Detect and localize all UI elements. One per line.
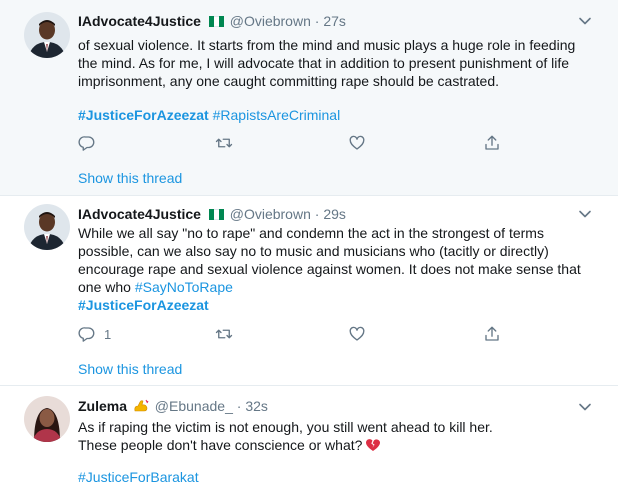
avatar[interactable] [24, 12, 70, 58]
like-button[interactable] [348, 324, 366, 344]
tweet-header: IAdvocate4Justice @Oviebrown · 27s [78, 12, 346, 30]
hashtag-link[interactable]: #SayNoToRape [135, 279, 233, 295]
user-handle[interactable]: @Oviebrown [230, 206, 311, 222]
nigeria-flag-icon [208, 16, 224, 27]
tweet-text-line: encourage rape and sexual violence again… [78, 261, 581, 277]
tweet-header: Zulema @Ebunade_ · 32s [78, 397, 268, 415]
like-button[interactable] [348, 133, 366, 153]
tweet-text-line: imprisonment, any one caught committing … [78, 73, 500, 89]
hashtag-link[interactable]: #JusticeForAzeezat [78, 297, 209, 313]
user-handle[interactable]: @Ebunade_ [155, 398, 233, 414]
reply-button[interactable] [78, 133, 96, 153]
share-button[interactable] [483, 133, 501, 153]
separator-dot: · [314, 13, 320, 29]
tweet-3[interactable]: Zulema @Ebunade_ · 32s As if raping the … [0, 386, 618, 493]
retweet-button[interactable] [215, 133, 233, 153]
hashtag-link[interactable]: #RapistsAreCriminal [213, 107, 341, 123]
chevron-down-icon[interactable] [578, 14, 592, 28]
tweet-text-line: of sexual violence. It starts from the m… [78, 37, 576, 53]
share-button[interactable] [483, 324, 501, 344]
retweet-icon [215, 138, 233, 148]
broken-heart-emoji [365, 438, 381, 452]
share-icon [485, 326, 499, 341]
flexed-biceps-emoji [133, 399, 149, 413]
separator-dot: · [314, 206, 320, 222]
display-name[interactable]: IAdvocate4Justice [78, 206, 201, 222]
tweet-header: IAdvocate4Justice @Oviebrown · 29s [78, 205, 346, 223]
heart-icon [349, 326, 365, 341]
display-name[interactable]: Zulema [78, 398, 127, 414]
tweet-text-line: possible, can we also say no to music an… [78, 243, 549, 259]
tweet-text-line: These people don't have conscience or wh… [78, 437, 363, 453]
tweet-text: As if raping the victim is not enough, y… [78, 418, 598, 486]
timestamp[interactable]: 29s [323, 206, 346, 222]
reply-button[interactable]: 1 [78, 324, 111, 344]
hashtag-link[interactable]: #JusticeForAzeezat [78, 107, 209, 123]
chevron-down-icon[interactable] [578, 400, 592, 414]
tweet-text-line: As if raping the victim is not enough, y… [78, 419, 493, 435]
show-thread-link[interactable]: Show this thread [78, 170, 182, 186]
avatar[interactable] [24, 204, 70, 250]
share-icon [485, 135, 499, 150]
tweet-actions: 1 [78, 324, 518, 346]
separator-dot: · [236, 398, 242, 414]
reply-icon [78, 327, 95, 342]
reply-count: 1 [104, 326, 112, 342]
display-name[interactable]: IAdvocate4Justice [78, 13, 201, 29]
tweet-actions [78, 133, 518, 155]
tweet-text-line: one who [78, 279, 135, 295]
timestamp[interactable]: 27s [323, 13, 346, 29]
hashtag-link[interactable]: #JusticeForBarakat [78, 469, 199, 485]
tweet-text: While we all say "no to rape" and condem… [78, 224, 598, 314]
timestamp[interactable]: 32s [245, 398, 268, 414]
nigeria-flag-icon [208, 209, 224, 220]
tweet-1[interactable]: IAdvocate4Justice @Oviebrown · 27s of se… [0, 0, 618, 196]
reply-icon [78, 136, 95, 151]
tweet-text: of sexual violence. It starts from the m… [78, 36, 598, 124]
retweet-button[interactable] [215, 324, 233, 344]
show-thread-link[interactable]: Show this thread [78, 361, 182, 377]
tweet-text-line: the mind. As for me, I will advocate tha… [78, 55, 570, 71]
user-handle[interactable]: @Oviebrown [230, 13, 311, 29]
avatar[interactable] [24, 396, 70, 442]
retweet-icon [215, 329, 233, 339]
tweet-text-line: While we all say "no to rape" and condem… [78, 225, 544, 241]
chevron-down-icon[interactable] [578, 207, 592, 221]
heart-icon [349, 135, 365, 150]
tweet-2[interactable]: IAdvocate4Justice @Oviebrown · 29s While… [0, 196, 618, 385]
